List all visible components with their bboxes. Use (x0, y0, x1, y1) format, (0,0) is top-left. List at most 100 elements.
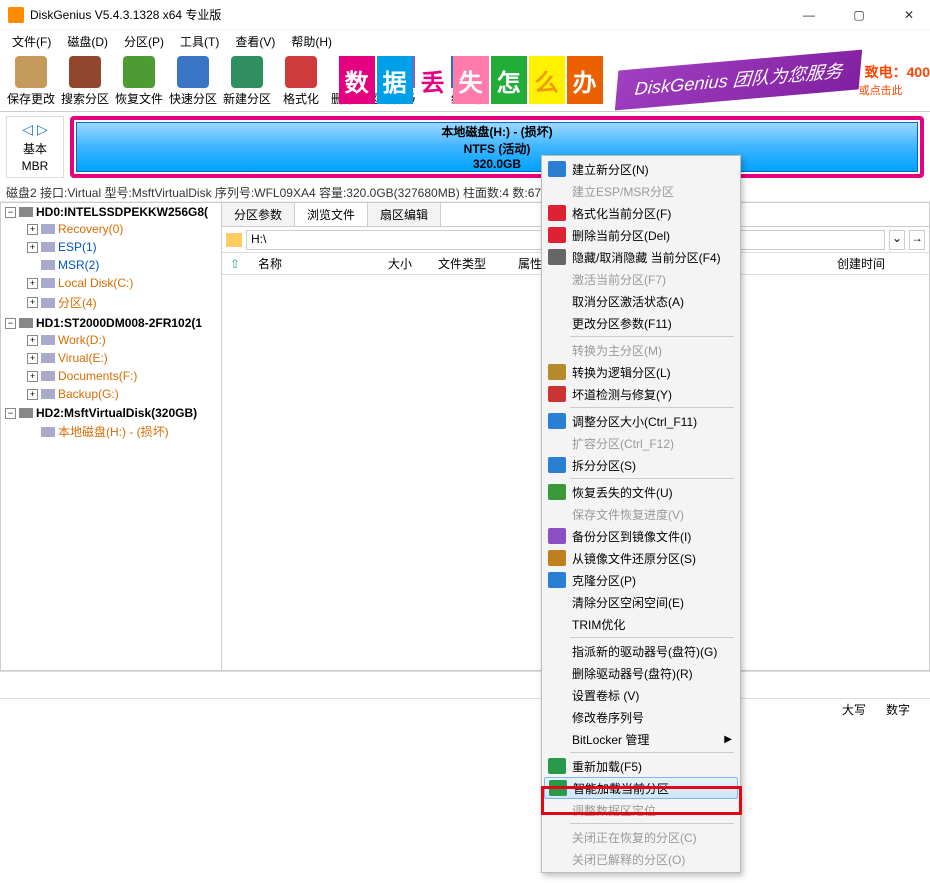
tree-disk-1[interactable]: HD1:ST2000DM008-2FR102(1 (36, 316, 202, 330)
tab-sector[interactable]: 扇区编辑 (368, 203, 441, 226)
tree-part-e[interactable]: Virual(E:) (58, 351, 108, 365)
disk-tree[interactable]: − HD0:INTELSSDPEKKW256G8( + Recovery(0) + E… (0, 202, 222, 671)
col-up-icon[interactable]: ⇧ (222, 257, 250, 271)
expand-icon[interactable]: + (27, 335, 38, 346)
part-label-2: NTFS (活动) (464, 140, 531, 157)
tree-part-c[interactable]: Local Disk(C:) (58, 276, 133, 290)
part-icon (41, 427, 55, 437)
context-menu-item[interactable]: BitLocker 管理▶ (544, 728, 738, 750)
context-menu-item[interactable]: 建立新分区(N) (544, 158, 738, 180)
context-menu-item[interactable]: 删除当前分区(Del) (544, 224, 738, 246)
tb-search[interactable]: 搜索分区 (58, 56, 112, 107)
context-menu-item[interactable]: 从镜像文件还原分区(S) (544, 547, 738, 569)
tb-format[interactable]: 格式化 (274, 56, 328, 107)
window-title: DiskGenius V5.4.3.1328 x64 专业版 (30, 6, 796, 23)
context-menu-item[interactable]: 格式化当前分区(F) (544, 202, 738, 224)
context-menu-item[interactable]: 修改卷序列号 (544, 706, 738, 728)
tree-part-recovery[interactable]: Recovery(0) (58, 222, 123, 236)
folder-icon (226, 233, 242, 247)
search-icon (69, 56, 101, 88)
col-name[interactable]: 名称 (250, 255, 380, 272)
expand-icon[interactable]: + (27, 297, 38, 308)
menu-item-label: 激活当前分区(F7) (572, 271, 666, 288)
tree-part-4[interactable]: 分区(4) (58, 294, 97, 311)
tb-newpart-label: 新建分区 (223, 90, 271, 107)
minimize-button[interactable]: — (796, 5, 822, 25)
tb-newpart[interactable]: 新建分区 (220, 56, 274, 107)
tree-part-esp[interactable]: ESP(1) (58, 240, 97, 254)
col-ctime[interactable]: 创建时间 (829, 255, 929, 272)
tb-quickpart[interactable]: 快速分区 (166, 56, 220, 107)
context-menu-item[interactable]: TRIM优化 (544, 613, 738, 635)
expand-icon[interactable]: − (5, 207, 16, 218)
expand-icon[interactable]: + (27, 389, 38, 400)
expand-icon[interactable]: − (5, 408, 16, 419)
context-menu-item[interactable]: 智能加载当前分区 (544, 777, 738, 799)
promo-banner[interactable]: 数据丢失怎么办 DiskGenius 团队为您服务 致电：400 或点击此 (338, 52, 930, 108)
expand-icon[interactable]: + (27, 278, 38, 289)
menu-view[interactable]: 查看(V) (229, 31, 281, 52)
context-menu-item[interactable]: 清除分区空闲空间(E) (544, 591, 738, 613)
context-menu-item[interactable]: 调整分区大小(Ctrl_F11) (544, 410, 738, 432)
col-size[interactable]: 大小 (380, 255, 430, 272)
tb-recover[interactable]: 恢复文件 (112, 56, 166, 107)
tree-disk-2[interactable]: HD2:MsftVirtualDisk(320GB) (36, 406, 197, 420)
menu-disk[interactable]: 磁盘(D) (61, 31, 114, 52)
context-menu-item[interactable]: 拆分分区(S) (544, 454, 738, 476)
context-menu-item: 建立ESP/MSR分区 (544, 180, 738, 202)
expand-icon[interactable]: + (27, 353, 38, 364)
context-menu-item[interactable]: 隐藏/取消隐藏 当前分区(F4) (544, 246, 738, 268)
partition-graphic[interactable]: 本地磁盘(H:) - (损坏) NTFS (活动) 320.0GB (70, 116, 924, 178)
menu-item-label: 设置卷标 (V) (572, 687, 639, 704)
menu-item-label: 取消分区激活状态(A) (572, 293, 684, 310)
menu-file[interactable]: 文件(F) (6, 31, 57, 52)
context-menu-item[interactable]: 更改分区参数(F11) (544, 312, 738, 334)
menu-item-label: 转换为逻辑分区(L) (572, 364, 671, 381)
menu-tools[interactable]: 工具(T) (174, 31, 225, 52)
part-icon (41, 353, 55, 363)
hdd-icon (19, 207, 33, 217)
path-go-icon[interactable]: → (909, 230, 925, 250)
tab-params[interactable]: 分区参数 (222, 203, 295, 226)
menu-item-label: 坏道检测与修复(Y) (572, 386, 672, 403)
expand-icon[interactable]: + (27, 224, 38, 235)
menu-help[interactable]: 帮助(H) (285, 31, 338, 52)
context-menu-item[interactable]: 备份分区到镜像文件(I) (544, 525, 738, 547)
tb-save[interactable]: 保存更改 (4, 56, 58, 107)
context-menu-item[interactable]: 坏道检测与修复(Y) (544, 383, 738, 405)
menu-item-icon (549, 780, 567, 796)
tree-part-h-selected[interactable]: 本地磁盘(H:) - (损坏) (58, 423, 169, 440)
context-menu-item[interactable]: 恢复丢失的文件(U) (544, 481, 738, 503)
context-menu-item[interactable]: 克隆分区(P) (544, 569, 738, 591)
tree-part-g[interactable]: Backup(G:) (58, 387, 119, 401)
toolbar: 保存更改 搜索分区 恢复文件 快速分区 新建分区 格式化 删除分区 备份分区 系… (0, 52, 930, 112)
context-menu-item: 关闭正在恢复的分区(C) (544, 826, 738, 848)
path-dropdown-icon[interactable]: ⌄ (889, 230, 905, 250)
context-menu-item[interactable]: 指派新的驱动器号(盘符)(G) (544, 640, 738, 662)
nav-mbr: MBR (22, 159, 49, 173)
expand-icon[interactable]: + (27, 242, 38, 253)
nav-arrows-icon[interactable]: ◁ ▷ (22, 121, 47, 138)
expand-icon[interactable]: + (27, 371, 38, 382)
context-menu-item[interactable]: 重新加载(F5) (544, 755, 738, 777)
tree-part-d[interactable]: Work(D:) (58, 333, 106, 347)
tree-part-msr[interactable]: MSR(2) (58, 258, 99, 272)
expand-icon[interactable]: − (5, 318, 16, 329)
context-menu-item[interactable]: 取消分区激活状态(A) (544, 290, 738, 312)
menu-item-icon (548, 386, 566, 402)
tab-browse[interactable]: 浏览文件 (295, 203, 368, 226)
partition-nav[interactable]: ◁ ▷ 基本 MBR (6, 116, 64, 178)
menu-item-label: 隐藏/取消隐藏 当前分区(F4) (572, 249, 721, 266)
menu-partition[interactable]: 分区(P) (118, 31, 170, 52)
menu-item-label: 调整分区大小(Ctrl_F11) (572, 413, 697, 430)
close-button[interactable]: ✕ (896, 5, 922, 25)
tree-disk-0[interactable]: HD0:INTELSSDPEKKW256G8( (36, 205, 208, 219)
context-menu-item[interactable]: 设置卷标 (V) (544, 684, 738, 706)
maximize-button[interactable]: ▢ (846, 5, 872, 25)
context-menu-item[interactable]: 删除驱动器号(盘符)(R) (544, 662, 738, 684)
menu-item-label: 保存文件恢复进度(V) (572, 506, 684, 523)
col-type[interactable]: 文件类型 (430, 255, 510, 272)
context-menu-item[interactable]: 转换为逻辑分区(L) (544, 361, 738, 383)
tree-part-f[interactable]: Documents(F:) (58, 369, 137, 383)
banner-char: 数 (339, 56, 375, 104)
